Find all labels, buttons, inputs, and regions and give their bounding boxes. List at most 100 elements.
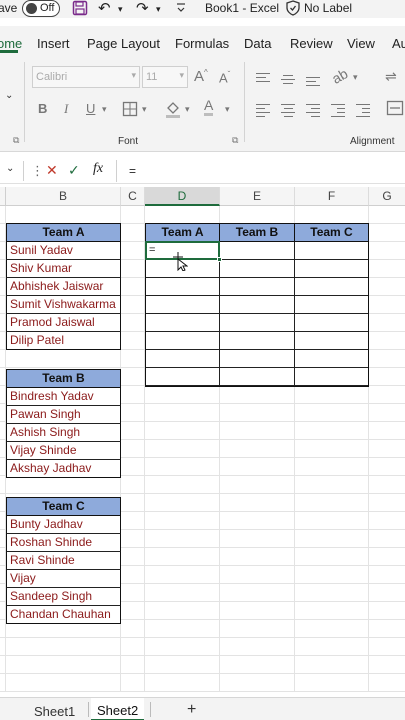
team-a-member[interactable]: Shiv Kumar [6, 260, 121, 278]
font-name-value: Calibri [36, 71, 68, 83]
align-center-icon[interactable] [281, 101, 295, 120]
add-sheet-button[interactable]: + [187, 701, 196, 719]
increase-indent-icon[interactable] [356, 101, 370, 120]
enter-icon[interactable]: ✓ [68, 162, 80, 179]
undo-icon[interactable]: ↶ [98, 0, 111, 17]
column-header-e[interactable]: E [220, 187, 295, 206]
font-color-icon[interactable]: A [204, 98, 214, 116]
document-title: Book1 - Excel [205, 1, 280, 15]
align-bottom-icon[interactable] [306, 74, 320, 89]
autosave-toggle[interactable]: Off [22, 0, 60, 17]
wrap-text-icon[interactable]: ⇌ [385, 68, 397, 85]
divider [88, 702, 89, 717]
target-header-team-c[interactable]: Team C [294, 223, 369, 242]
tab-formulas[interactable]: Formulas [175, 36, 229, 51]
team-a-header[interactable]: Team A [6, 223, 121, 242]
chevron-down-icon[interactable]: ▾ [156, 4, 161, 15]
insert-function-icon[interactable]: fx [93, 161, 103, 177]
redo-icon[interactable]: ↷ [136, 0, 149, 17]
team-a-member[interactable]: Dilip Patel [6, 332, 121, 350]
sensitivity-label[interactable]: No Label [304, 1, 352, 15]
title-bar: ave Off ↶ ▾ ↷ ▾ Book1 - Excel No Label [0, 0, 405, 18]
team-c-member[interactable]: Chandan Chauhan [6, 606, 121, 624]
font-size-dropdown[interactable]: 11 ▾ [142, 66, 188, 88]
formula-input[interactable]: = [116, 160, 405, 182]
ribbon: ⌄ Calibri ▾ 11 ▾ A^ Aˇ B I U ▾ ▾ ▾ A ▾ F… [0, 56, 405, 152]
align-middle-icon[interactable] [281, 72, 295, 87]
column-header-d[interactable]: D [145, 187, 220, 206]
chevron-down-icon[interactable]: ⌄ [5, 90, 13, 101]
team-a-member[interactable]: Sumit Vishwakarma [6, 296, 121, 314]
autosave-label: ave [0, 1, 18, 15]
bold-icon[interactable]: B [38, 101, 47, 116]
underline-icon[interactable]: U [86, 101, 95, 116]
save-icon[interactable] [72, 0, 88, 16]
target-header-team-b[interactable]: Team B [219, 223, 295, 242]
align-top-icon[interactable] [256, 70, 270, 85]
sheet-tab-sheet1[interactable]: Sheet1 [34, 704, 75, 719]
team-b-member[interactable]: Akshay Jadhav [6, 460, 121, 478]
formula-bar: ⌄ ⋮ ✕ ✓ fx = [0, 158, 405, 184]
name-box-chevron-icon[interactable]: ⌄ [6, 163, 14, 174]
tab-home[interactable]: ome [0, 36, 22, 51]
team-c-member[interactable]: Sandeep Singh [6, 588, 121, 606]
decrease-indent-icon[interactable] [331, 101, 345, 120]
shield-icon [286, 0, 300, 16]
sheet-tab-sheet2[interactable]: Sheet2 [91, 698, 145, 720]
tab-insert[interactable]: Insert [37, 36, 70, 51]
align-left-icon[interactable] [256, 101, 270, 120]
chevron-down-icon[interactable]: ▾ [142, 104, 147, 115]
borders-icon[interactable] [122, 101, 138, 117]
tab-view[interactable]: View [347, 36, 375, 51]
orientation-icon[interactable]: ab [329, 65, 350, 87]
column-header-f[interactable]: F [295, 187, 369, 206]
column-header-c[interactable]: C [121, 187, 145, 206]
team-a-member[interactable]: Sunil Yadav [6, 242, 121, 260]
column-header-g[interactable]: G [369, 187, 405, 206]
team-b-member[interactable]: Bindresh Yadav [6, 388, 121, 406]
chevron-down-icon[interactable]: ▾ [118, 4, 123, 15]
tab-data[interactable]: Data [244, 36, 271, 51]
team-b-header[interactable]: Team B [6, 369, 121, 388]
italic-icon[interactable]: I [64, 101, 68, 117]
ribbon-tabs: ome Insert Page Layout Formulas Data Rev… [0, 26, 405, 56]
team-a-member[interactable]: Abhishek Jaiswar [6, 278, 121, 296]
dialog-launcher-icon[interactable]: ⧉ [13, 135, 19, 146]
fill-color-icon[interactable] [164, 99, 182, 119]
cancel-icon[interactable]: ✕ [46, 162, 58, 179]
tab-automate[interactable]: Au [392, 36, 405, 51]
tab-page-layout[interactable]: Page Layout [87, 36, 160, 51]
team-c-member[interactable]: Vijay [6, 570, 121, 588]
dialog-launcher-icon[interactable]: ⧉ [232, 135, 238, 146]
chevron-down-icon[interactable]: ▾ [225, 104, 230, 115]
divider [23, 161, 24, 181]
team-b-member[interactable]: Pawan Singh [6, 406, 121, 424]
chevron-down-icon[interactable]: ▾ [185, 104, 190, 115]
font-size-value: 11 [146, 71, 158, 83]
customize-toolbar-icon[interactable] [176, 2, 186, 14]
decrease-font-icon[interactable]: Aˇ [219, 70, 230, 85]
merge-center-icon[interactable] [386, 100, 404, 116]
column-header-b[interactable]: B [6, 187, 121, 206]
more-options-icon[interactable]: ⋮ [31, 163, 44, 179]
team-b-member[interactable]: Ashish Singh [6, 424, 121, 442]
increase-font-icon[interactable]: A^ [194, 68, 208, 85]
target-header-team-a[interactable]: Team A [145, 223, 220, 242]
team-c-member[interactable]: Ravi Shinde [6, 552, 121, 570]
tab-review[interactable]: Review [290, 36, 333, 51]
divider [244, 62, 245, 142]
active-cell-value: = [149, 244, 156, 256]
team-a-member[interactable]: Pramod Jaiswal [6, 314, 121, 332]
divider [150, 702, 151, 717]
align-right-icon[interactable] [306, 101, 320, 120]
team-b-member[interactable]: Vijay Shinde [6, 442, 121, 460]
fill-handle[interactable] [217, 257, 222, 262]
chevron-down-icon[interactable]: ▾ [353, 72, 358, 83]
font-name-dropdown[interactable]: Calibri ▾ [32, 66, 140, 88]
sheet-tab-bar: Sheet1 Sheet2 + [0, 697, 405, 720]
active-tab-indicator [0, 50, 18, 53]
chevron-down-icon[interactable]: ▾ [102, 104, 107, 115]
team-c-member[interactable]: Roshan Shinde [6, 534, 121, 552]
team-c-header[interactable]: Team C [6, 497, 121, 516]
team-c-member[interactable]: Bunty Jadhav [6, 516, 121, 534]
